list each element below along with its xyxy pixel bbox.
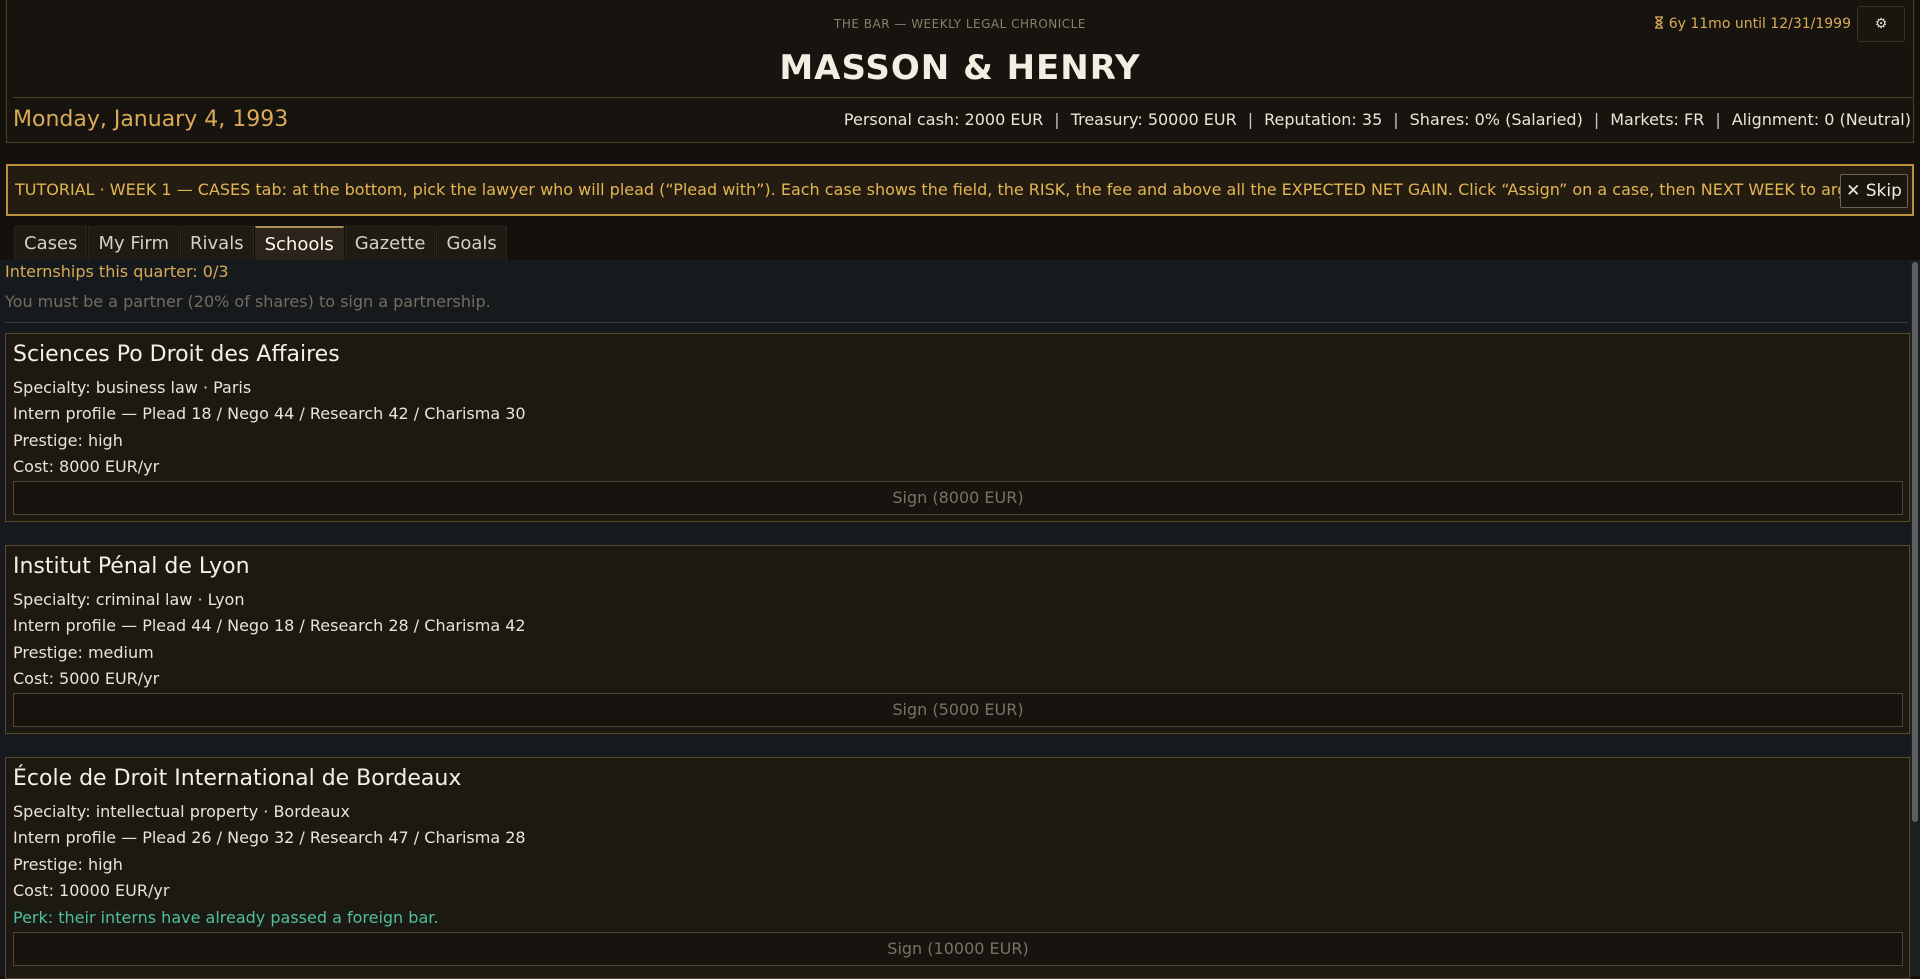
partner-requirement-note: You must be a partner (20% of shares) to… <box>5 292 491 311</box>
school-cost: Cost: 8000 EUR/yr <box>13 457 160 476</box>
header-divider <box>13 97 1913 98</box>
tab-goals[interactable]: Goals <box>436 226 507 261</box>
scrollbar-thumb[interactable] <box>1912 262 1918 822</box>
stat-separator: | <box>1393 110 1399 129</box>
tab-my-firm[interactable]: My Firm <box>88 226 180 261</box>
school-specialty: Specialty: intellectual property · Borde… <box>13 802 350 821</box>
school-specialty: Specialty: criminal law · Lyon <box>13 590 245 609</box>
stat-alignment: Alignment: 0 (Neutral) <box>1731 110 1911 129</box>
tab-schools[interactable]: Schools <box>254 226 344 261</box>
school-perk: Perk: their interns have already passed … <box>13 908 439 927</box>
stat-separator: | <box>1593 110 1600 129</box>
stat-reputation: Reputation: 35 <box>1264 110 1383 129</box>
tutorial-banner: TUTORIAL · WEEK 1 — CASES tab: at the bo… <box>6 164 1914 216</box>
time-remaining: 6y 11mo until 12/31/1999 <box>1654 16 1851 32</box>
stats-bar: Personal cash: 2000 EUR | Treasury: 50000 … <box>844 110 1911 129</box>
content-divider <box>5 322 1908 323</box>
school-name: École de Droit International de Bordeaux <box>13 766 462 791</box>
school-card: Sciences Po Droit des Affaires Specialty… <box>5 333 1910 522</box>
skip-tutorial-button[interactable]: ✕ Skip <box>1840 174 1908 208</box>
school-name: Sciences Po Droit des Affaires <box>13 342 340 367</box>
tab-cases[interactable]: Cases <box>14 226 88 261</box>
stat-markets: Markets: FR <box>1610 110 1705 129</box>
school-specialty: Specialty: business law · Paris <box>13 378 252 397</box>
content-scrollbar[interactable] <box>1910 260 1920 976</box>
stat-separator: | <box>1247 110 1254 129</box>
sign-school-button[interactable]: Sign (10000 EUR) <box>13 932 1903 966</box>
intern-profile: Intern profile — Plead 18 / Nego 44 / Re… <box>13 404 526 423</box>
time-remaining-text: 6y 11mo until 12/31/1999 <box>1668 16 1851 32</box>
tab-rivals[interactable]: Rivals <box>180 226 254 261</box>
school-cost: Cost: 5000 EUR/yr <box>13 669 160 688</box>
settings-button[interactable]: ⚙ <box>1857 6 1905 42</box>
main-tabs: Cases My Firm Rivals Schools Gazette Goa… <box>14 226 508 261</box>
intern-profile: Intern profile — Plead 44 / Nego 18 / Re… <box>13 616 526 635</box>
school-prestige: Prestige: high <box>13 431 123 450</box>
stat-personal-cash: Personal cash: 2000 EUR <box>843 110 1044 129</box>
tutorial-text: TUTORIAL · WEEK 1 — CASES tab: at the bo… <box>15 180 1889 199</box>
hourglass-icon <box>1654 16 1668 32</box>
schools-panel: Internships this quarter: 0/3 You must b… <box>0 260 1920 979</box>
school-card: École de Droit International de Bordeaux… <box>5 757 1910 979</box>
tab-gazette[interactable]: Gazette <box>344 226 436 261</box>
internship-quota: Internships this quarter: 0/3 <box>5 262 229 281</box>
stat-separator: | <box>1715 110 1721 129</box>
app-header: THE BAR — WEEKLY LEGAL CHRONICLE MASSON … <box>6 0 1914 143</box>
header-kicker: THE BAR — WEEKLY LEGAL CHRONICLE <box>834 17 1086 31</box>
gear-icon: ⚙ <box>1874 16 1888 32</box>
stat-treasury: Treasury: 50000 EUR <box>1070 110 1237 129</box>
school-card: Institut Pénal de Lyon Specialty: crimin… <box>5 545 1910 734</box>
intern-profile: Intern profile — Plead 26 / Nego 32 / Re… <box>13 828 526 847</box>
sign-school-button[interactable]: Sign (5000 EUR) <box>13 693 1903 727</box>
school-name: Institut Pénal de Lyon <box>13 554 250 579</box>
current-date: Monday, January 4, 1993 <box>13 107 289 132</box>
school-prestige: Prestige: medium <box>13 643 154 662</box>
stat-separator: | <box>1054 110 1060 129</box>
sign-school-button[interactable]: Sign (8000 EUR) <box>13 481 1903 515</box>
firm-name-title: MASSON & HENRY <box>779 48 1141 88</box>
stat-shares: Shares: 0% (Salaried) <box>1409 110 1583 129</box>
school-cost: Cost: 10000 EUR/yr <box>13 881 170 900</box>
school-prestige: Prestige: high <box>13 855 123 874</box>
